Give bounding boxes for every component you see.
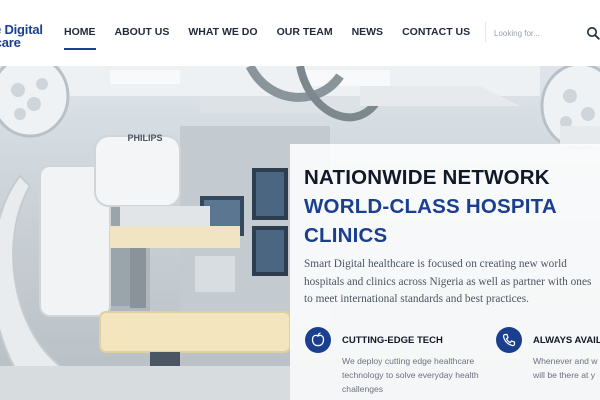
feature-always-available: ALWAYS AVAIL Whenever and w need healthc… <box>496 327 600 400</box>
feature-text: Whenever and w need healthcare will be t… <box>533 356 600 380</box>
hero-heading-line-3: CLINICS <box>304 224 388 247</box>
apple-icon <box>305 327 331 353</box>
hero-description: Smart Digital healthcare is focused on c… <box>304 258 592 305</box>
site-logo[interactable]: e Digital hcare <box>0 20 52 48</box>
feature-text: We deploy cutting edge healthcare techno… <box>342 356 479 394</box>
nav-contact-us[interactable]: CONTACT US <box>402 25 470 41</box>
feature-title: CUTTING-EDGE TECH <box>342 335 443 346</box>
search-input[interactable] <box>488 24 592 42</box>
phone-icon <box>496 327 522 353</box>
hero-heading-line-1: NATIONWIDE NETWORK <box>304 166 550 189</box>
nav-what-we-do[interactable]: WHAT WE DO <box>188 25 257 41</box>
logo-line-2: hcare <box>0 35 21 48</box>
nav-news[interactable]: NEWS <box>352 25 384 41</box>
header-divider <box>485 22 486 42</box>
hero-heading-line-2: WORLD-CLASS HOSPITA <box>304 195 557 218</box>
main-nav: HOME ABOUT US WHAT WE DO OUR TEAM NEWS C… <box>64 25 489 50</box>
site-header: e Digital hcare HOME ABOUT US WHAT WE DO… <box>0 0 600 66</box>
nav-our-team[interactable]: OUR TEAM <box>277 25 333 41</box>
feature-title: ALWAYS AVAIL <box>533 335 600 346</box>
search-icon[interactable] <box>586 26 600 40</box>
philips-brand-text: PHILIPS <box>127 133 162 143</box>
nav-about-us[interactable]: ABOUT US <box>115 25 170 41</box>
nav-home[interactable]: HOME <box>64 25 96 50</box>
